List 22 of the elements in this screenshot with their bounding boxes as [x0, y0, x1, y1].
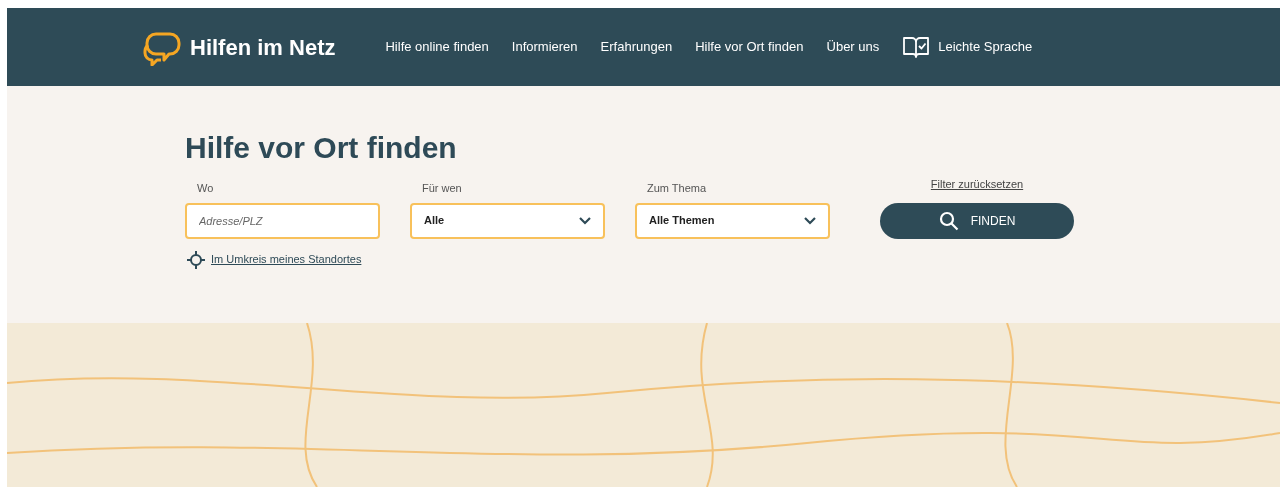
current-location-link[interactable]: Im Umkreis meines Standortes	[211, 251, 362, 268]
address-input[interactable]: Adresse/PLZ	[185, 202, 380, 239]
site-logo-text[interactable]: Hilfen im Netz	[190, 30, 336, 64]
nav-link[interactable]: Erfahrungen	[600, 37, 673, 57]
nav-link[interactable]: Informieren	[511, 37, 578, 57]
field-label: Wo	[197, 181, 215, 196]
search-button[interactable]: FINDEN	[880, 202, 1074, 239]
nav-link[interactable]: Über uns	[826, 37, 880, 57]
search-icon	[938, 210, 959, 231]
field-label: Zum Thema	[647, 181, 708, 196]
field-label: Für wen	[422, 181, 463, 196]
book-check-icon	[902, 35, 931, 59]
chevron-down-icon	[804, 216, 816, 225]
nav-link[interactable]: Leichte Sprache	[938, 37, 1033, 57]
crosshair-icon	[187, 250, 205, 269]
dropdown-select[interactable]: Alle	[410, 202, 605, 239]
page-title: Hilfe vor Ort finden	[185, 130, 458, 166]
dropdown-select[interactable]: Alle Themen	[635, 202, 830, 239]
reset-filter-link[interactable]: Filter zurücksetzen	[930, 176, 1024, 193]
nav-link[interactable]: Hilfe online finden	[385, 37, 489, 57]
nav-link[interactable]: Hilfe vor Ort finden	[695, 37, 804, 57]
chevron-down-icon	[579, 216, 591, 225]
